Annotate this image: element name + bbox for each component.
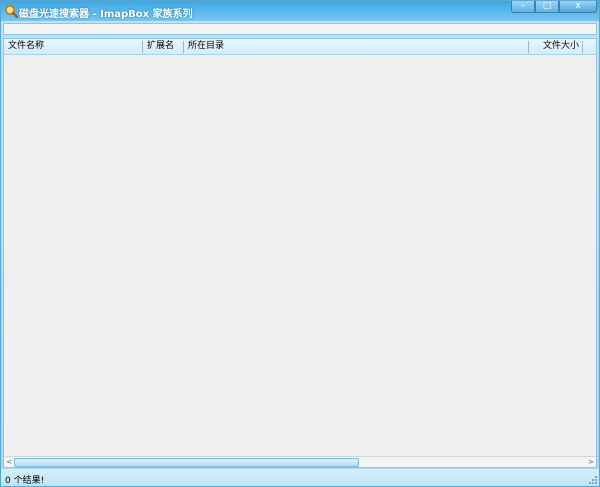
title-bar[interactable]: 磁盘光速搜索器 - ImapBox 家族系列 – □ x [1, 1, 599, 21]
scroll-left-icon[interactable]: < [4, 457, 14, 467]
minimize-button[interactable]: – [511, 1, 535, 13]
column-header-extension[interactable]: 扩展名 [143, 39, 183, 54]
column-header-filesize[interactable]: 文件大小 [529, 39, 581, 54]
window-title: 磁盘光速搜索器 - ImapBox 家族系列 [19, 9, 193, 20]
column-divider[interactable] [582, 41, 583, 53]
column-header-directory[interactable]: 所在目录 [184, 39, 528, 54]
scrollbar-thumb[interactable] [14, 458, 359, 467]
close-button[interactable]: x [559, 1, 597, 13]
status-text: 0 个结果! [5, 476, 45, 486]
search-bar[interactable] [3, 23, 597, 35]
maximize-button[interactable]: □ [535, 1, 559, 13]
scroll-right-icon[interactable]: > [586, 457, 596, 467]
caption-buttons: – □ x [511, 1, 597, 14]
list-header: 文件名称 扩展名 所在目录 文件大小 [4, 39, 596, 55]
results-list[interactable]: 文件名称 扩展名 所在目录 文件大小 < > [3, 38, 597, 468]
horizontal-scrollbar[interactable]: < > [4, 456, 596, 467]
magnifier-icon [5, 5, 18, 18]
list-body[interactable] [4, 55, 596, 458]
app-window: 磁盘光速搜索器 - ImapBox 家族系列 – □ x 文件名称 扩展名 所在… [0, 0, 600, 487]
column-header-filename[interactable]: 文件名称 [4, 39, 142, 54]
resize-grip-icon[interactable] [589, 476, 597, 484]
status-bar: 0 个结果! [1, 469, 599, 486]
